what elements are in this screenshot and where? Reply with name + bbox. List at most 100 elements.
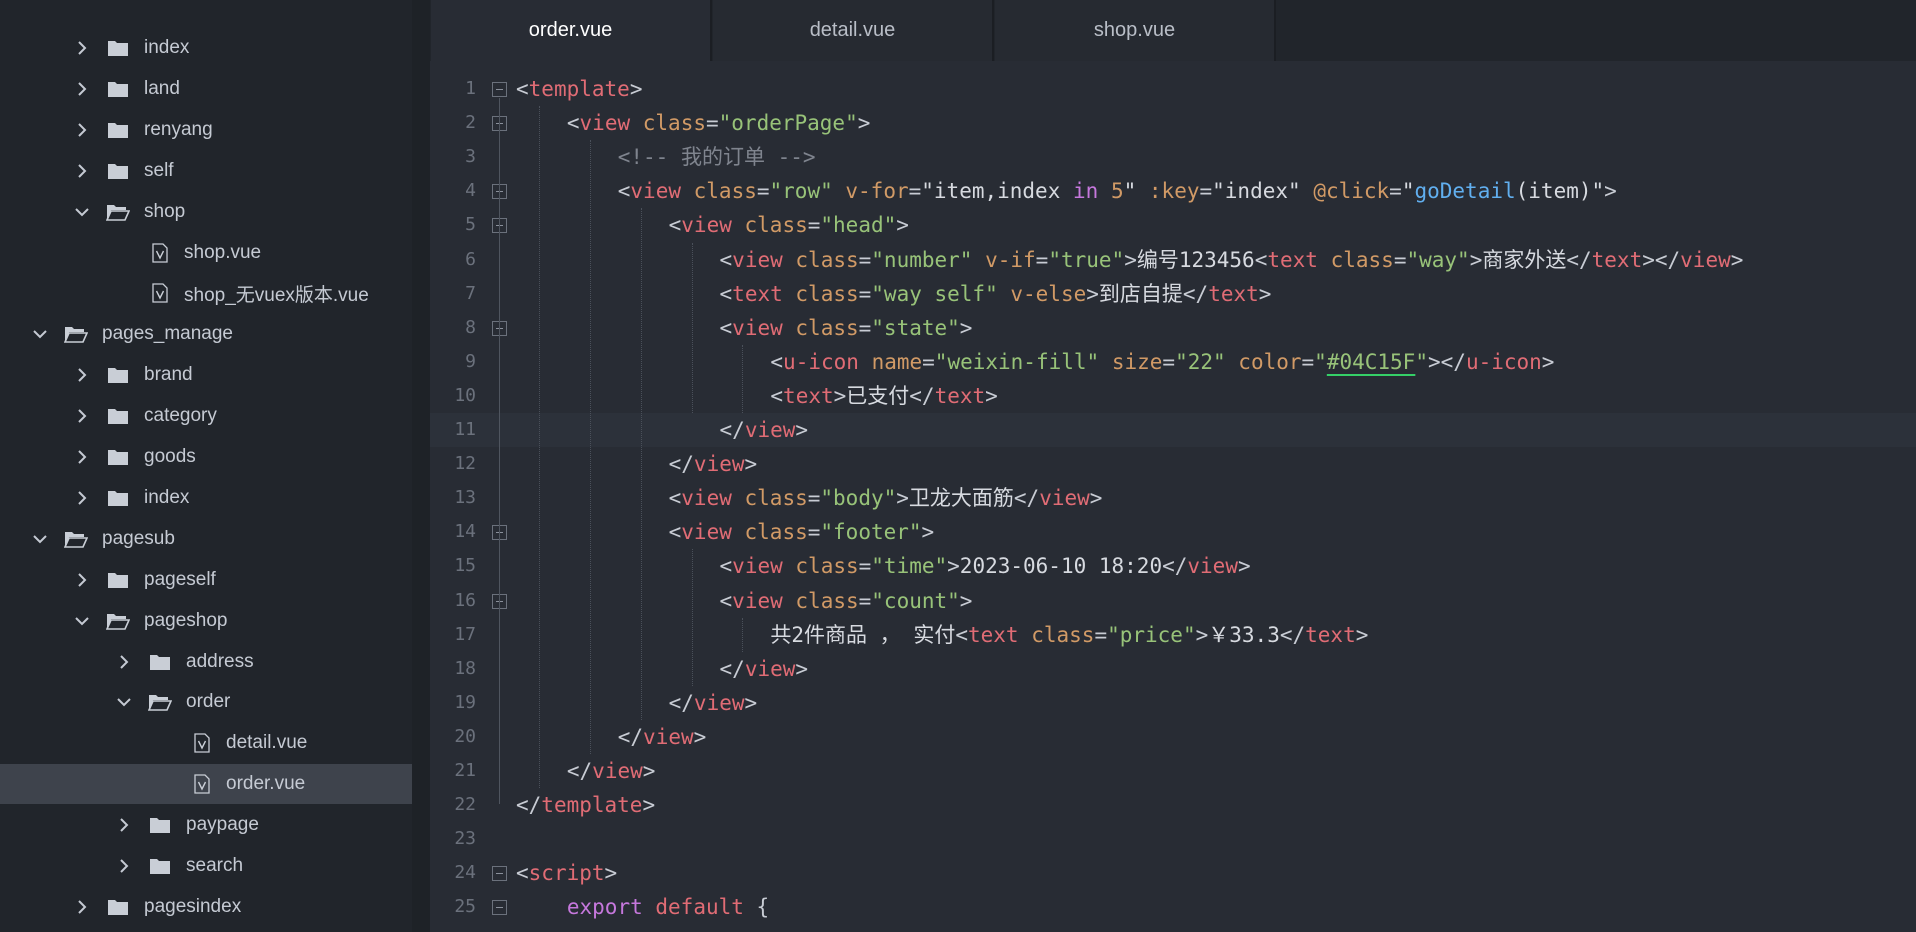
fold-toggle-icon[interactable] [492,82,507,97]
chevron-down-icon[interactable] [30,324,50,344]
code-line[interactable]: 23 [430,822,1916,856]
chevron-down-icon[interactable] [30,529,50,549]
chevron-right-icon[interactable] [114,652,134,672]
file-item[interactable]: detail.vue [0,723,412,763]
code-token: = [858,281,872,306]
chevron-right-icon[interactable] [114,815,134,835]
code-text: </view> [720,652,809,686]
code-token: "way" [1406,247,1470,272]
code-token: v-if [985,247,1036,272]
code-line[interactable]: 22 </template> [430,788,1916,822]
chevron-right-icon[interactable] [114,856,134,876]
sidebar-divider[interactable] [412,0,430,932]
code-line[interactable]: 5 <view class="head"> [430,208,1916,242]
chevron-down-icon[interactable] [114,692,134,712]
code-line[interactable]: 14 <view class="footer"> [430,515,1916,549]
code-line[interactable]: 19 </view> [430,686,1916,720]
vue-file-icon [192,773,212,795]
folder-icon [106,488,130,508]
code-token: </ [719,656,745,681]
chevron-right-icon[interactable] [72,365,92,385]
folder-item[interactable]: pagesub [0,519,412,559]
editor-tab[interactable]: order.vue [431,0,712,61]
folder-item[interactable]: self [0,151,412,191]
code-text: <u-icon name="weixin-fill" size="22" col… [770,345,1554,379]
code-token: text [1267,247,1318,272]
code-line[interactable]: 20 </view> [430,720,1916,754]
code-line[interactable]: 7 <text class="way self" v-else>到店自提</tex… [430,277,1916,311]
folder-item[interactable]: index [0,478,412,518]
folder-item[interactable]: address [0,642,412,682]
code-line[interactable]: 12 </view> [430,447,1916,481]
file-item[interactable]: order.vue [0,764,412,805]
editor-tab[interactable]: detail.vue [713,0,994,61]
folder-item[interactable]: search [0,846,412,886]
fold-toggle-icon[interactable] [492,900,507,916]
code-line[interactable]: 13 <view class="body">卫龙大面筋</view> [430,481,1916,515]
code-line[interactable]: 15 <view class="time">2023-06-10 18:20</v… [430,549,1916,583]
chevron-down-icon[interactable] [72,202,92,222]
code-editor[interactable]: order.vue detail.vue shop.vue 1 <template> 2… [430,0,1916,932]
code-token: export [566,895,643,920]
code-line[interactable]: 2 <view class="orderPage"> [430,106,1916,140]
code-token: view [693,690,745,715]
chevron-right-icon[interactable] [72,570,92,590]
folder-item[interactable]: pagesindex [0,887,412,927]
folder-item[interactable]: order [0,682,412,722]
chevron-down-icon[interactable] [72,611,92,631]
chevron-right-icon[interactable] [72,447,92,467]
code-line[interactable]: 10 <text>已支付</text> [430,379,1916,413]
tree-item-label: paypage [186,814,259,836]
code-line[interactable]: 24 <script> [430,856,1916,890]
chevron-right-icon[interactable] [72,161,92,181]
code-token: view [592,759,643,783]
chevron-right-icon[interactable] [72,406,92,426]
folder-item[interactable]: paypage [0,805,412,845]
chevron-right-icon[interactable] [72,897,92,917]
code-line[interactable]: 1 <template> [430,72,1916,106]
indent-guide [691,242,693,413]
folder-item[interactable]: pageshop [0,601,412,641]
folder-icon [148,815,172,835]
code-token: text [1208,281,1259,306]
folder-item[interactable]: brand [0,355,412,395]
code-line[interactable]: 4 <view class="row" v-for="item,index in … [430,174,1916,208]
folder-item[interactable]: goods [0,437,412,477]
code-line[interactable]: 8 <view class="state"> [430,311,1916,345]
folder-item[interactable]: index [0,28,412,68]
code-token: text [1591,247,1643,272]
folder-open-icon [106,611,130,631]
code-line[interactable]: 25 export default { [430,890,1916,924]
code-token: > [604,861,618,886]
code-text: <view class="orderPage"> [567,106,871,140]
folder-item[interactable]: shop [0,192,412,232]
code-line[interactable]: 11 </view> [430,413,1916,447]
code-token: class [795,588,859,613]
code-line[interactable]: 16 <view class="count"> [430,584,1916,618]
folder-item[interactable]: renyang [0,110,412,150]
folder-item[interactable]: land [0,69,412,109]
code-line[interactable]: 9 <u-icon name="weixin-fill" size="22" co… [430,345,1916,379]
fold-toggle-icon[interactable] [492,866,507,882]
code-line[interactable]: 3 <!-- 我的订单 --> [430,140,1916,174]
chevron-right-icon[interactable] [72,488,92,508]
file-item[interactable]: shop.vue [0,233,412,273]
code-line[interactable]: 17 共2件商品 ， 实付<text class="price">￥33.3</t… [430,618,1916,652]
code-line[interactable]: 18 </view> [430,652,1916,686]
file-item[interactable]: shop_无vuex版本.vue [0,273,412,313]
folder-item[interactable]: pages_manage [0,314,412,354]
code-token: class [795,281,859,306]
folder-item[interactable]: pageself [0,560,412,600]
code-line[interactable]: 6 <view class="number" v-if="true">编号1234… [430,243,1916,277]
code-token: "footer" [820,520,922,545]
code-line[interactable]: 21 </view> [430,754,1916,788]
chevron-right-icon[interactable] [72,79,92,99]
folder-icon [106,38,130,58]
folder-item[interactable]: category [0,396,412,436]
code-text: <view class="row" v-for="item,index in 5… [618,174,1617,208]
editor-tab[interactable]: shop.vue [995,0,1276,61]
indent-guide [640,208,642,720]
chevron-right-icon[interactable] [72,38,92,58]
chevron-right-icon[interactable] [72,120,92,140]
